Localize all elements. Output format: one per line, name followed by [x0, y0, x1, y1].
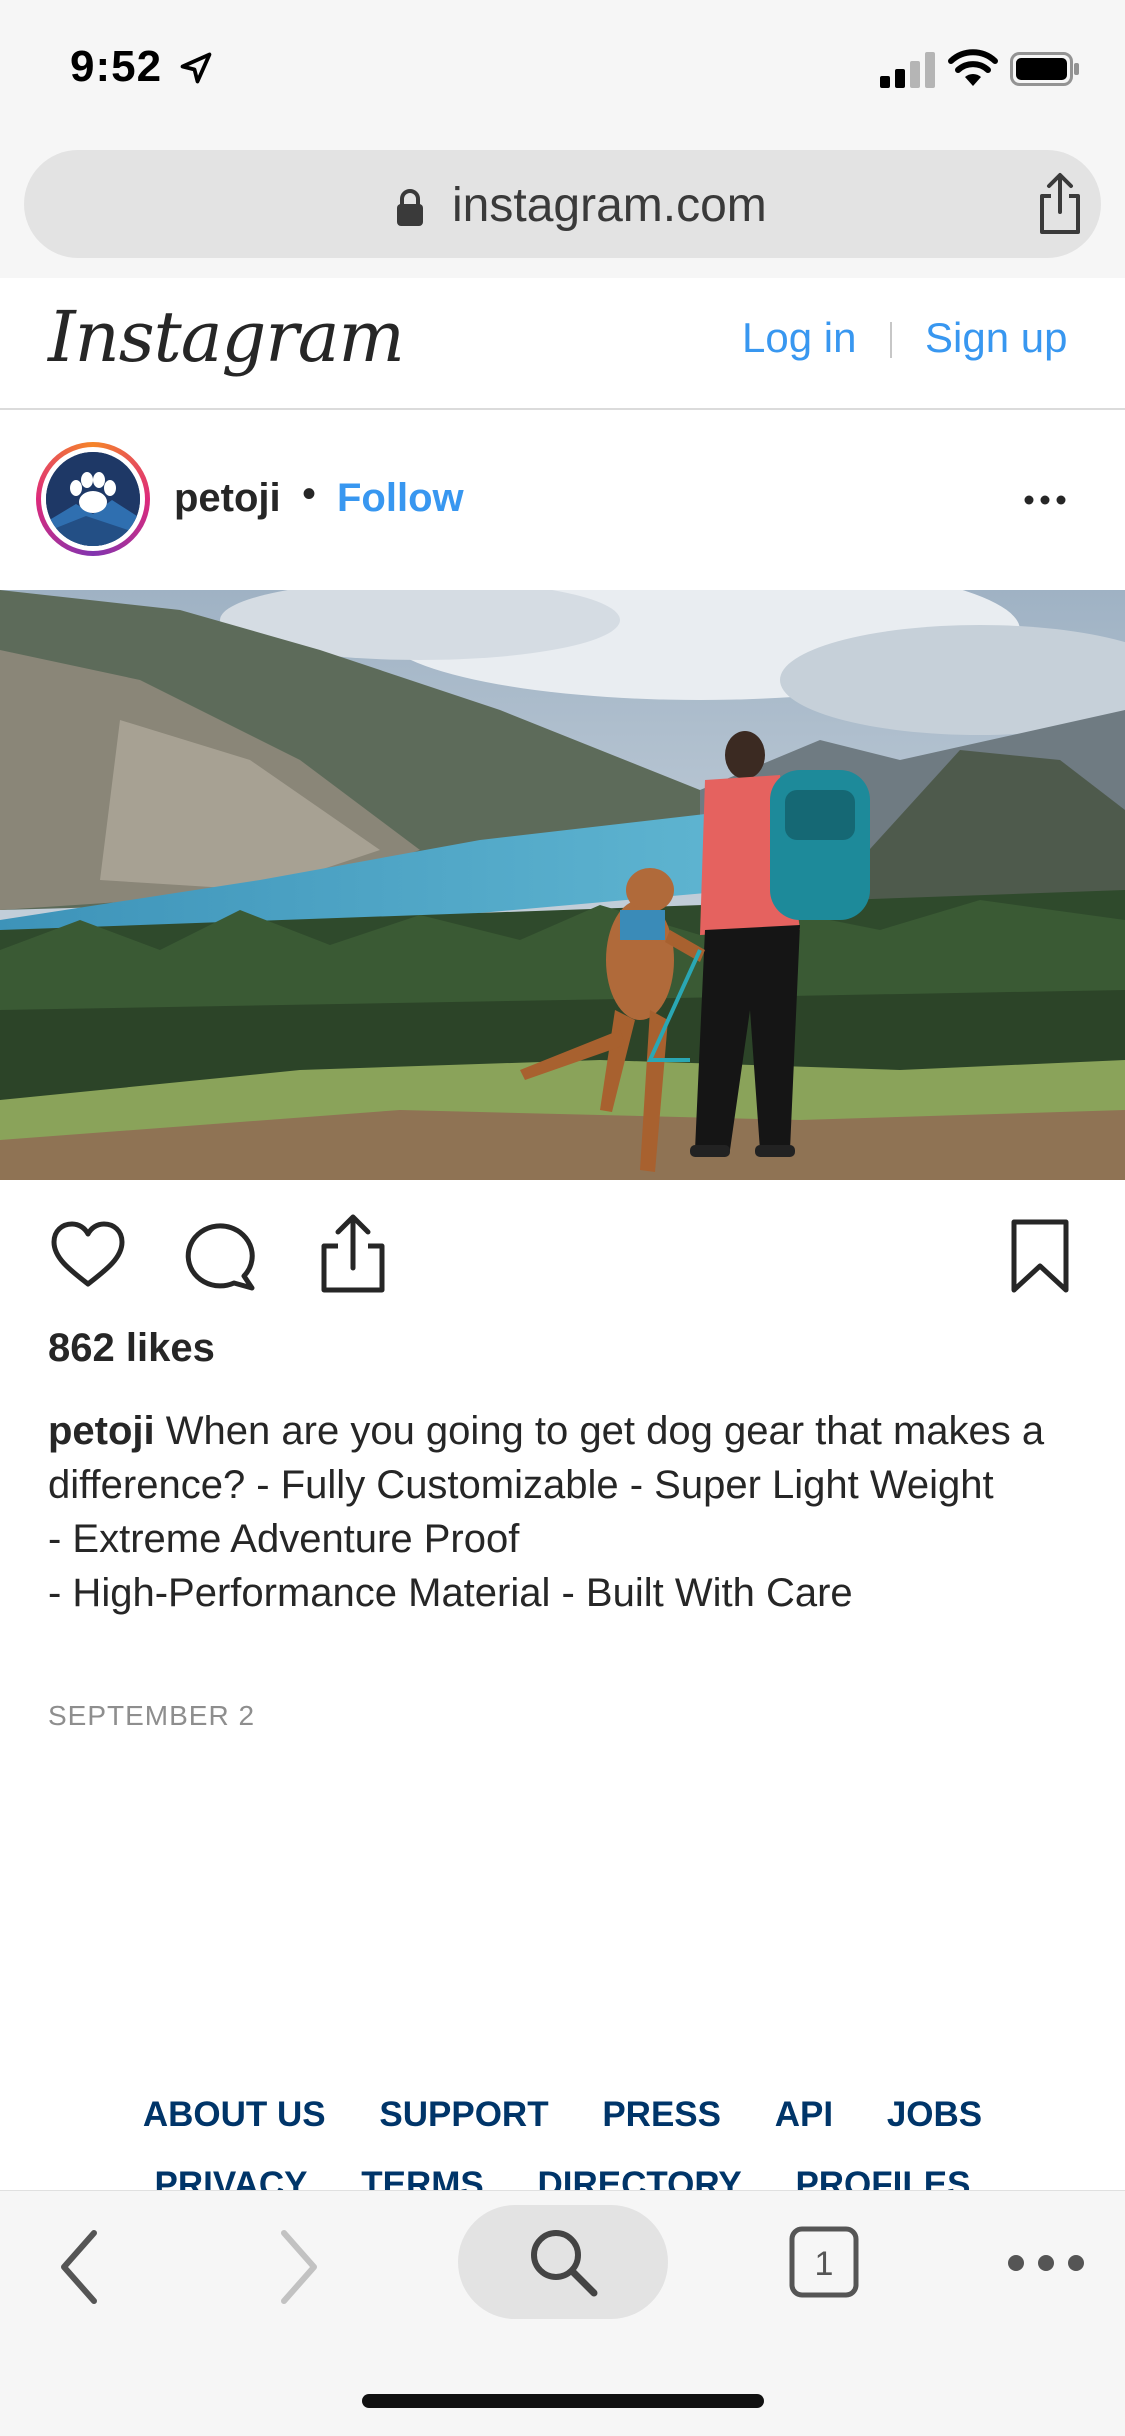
post-actions	[0, 1180, 1125, 1310]
lock-icon	[397, 189, 423, 226]
share-icon[interactable]	[1034, 172, 1086, 236]
like-count[interactable]: 862 likes	[48, 1326, 215, 1371]
photo-hiker-with-dog	[0, 590, 1125, 1180]
footer-link-api[interactable]: API	[775, 2095, 833, 2134]
footer-row-1: ABOUT US SUPPORT PRESS API JOBS	[0, 2095, 1125, 2135]
bookmark-icon[interactable]	[1010, 1218, 1070, 1294]
back-icon[interactable]	[56, 2227, 104, 2307]
petoji-logo-icon	[46, 452, 140, 546]
forward-icon[interactable]	[274, 2227, 322, 2307]
tab-count: 1	[815, 2245, 834, 2283]
more-options-icon[interactable]	[1020, 488, 1070, 512]
instagram-logo[interactable]: Instagram	[48, 296, 405, 378]
post-caption: petoji When are you going to get dog gea…	[48, 1404, 1078, 1620]
caption-text: When are you going to get dog gear that …	[48, 1409, 1045, 1615]
browser-address-area: instagram.com	[0, 140, 1125, 278]
search-icon	[531, 2230, 598, 2297]
login-link[interactable]: Log in	[742, 314, 856, 362]
post-header: petoji • Follow	[0, 410, 1125, 590]
status-bar: 9:52	[0, 0, 1125, 140]
location-arrow-icon	[180, 52, 212, 84]
heart-icon[interactable]	[50, 1220, 126, 1290]
avatar[interactable]	[36, 442, 150, 556]
instagram-header: Instagram Log in Sign up	[0, 278, 1125, 410]
footer-link-support[interactable]: SUPPORT	[379, 2095, 548, 2134]
more-menu-icon[interactable]	[1004, 2249, 1088, 2277]
address-bar[interactable]: instagram.com	[24, 150, 1101, 258]
footer-links: ABOUT US SUPPORT PRESS API JOBS PRIVACY …	[0, 2085, 1125, 2195]
footer-link-jobs[interactable]: JOBS	[887, 2095, 982, 2134]
post-photo[interactable]	[0, 590, 1125, 1180]
share-post-icon[interactable]	[318, 1214, 388, 1294]
tabs-button[interactable]: 1	[788, 2225, 860, 2299]
separator-dot: •	[302, 472, 317, 516]
post-date[interactable]: SEPTEMBER 2	[48, 1700, 255, 1732]
post-username[interactable]: petoji	[174, 476, 281, 521]
signup-link[interactable]: Sign up	[925, 314, 1067, 362]
footer-link-about-us[interactable]: ABOUT US	[143, 2095, 326, 2134]
status-time: 9:52	[70, 42, 163, 91]
home-indicator[interactable]	[362, 2394, 764, 2408]
follow-button[interactable]: Follow	[337, 476, 464, 521]
caption-username[interactable]: petoji	[48, 1409, 155, 1453]
footer-link-press[interactable]: PRESS	[602, 2095, 721, 2134]
comment-icon[interactable]	[184, 1220, 258, 1292]
url-text: instagram.com	[452, 179, 767, 232]
header-divider	[890, 322, 892, 358]
search-button[interactable]	[458, 2205, 668, 2319]
cellular-signal-icon	[880, 52, 935, 88]
tabs-icon: 1	[789, 2226, 859, 2298]
wifi-icon	[948, 49, 998, 86]
battery-icon	[1010, 52, 1079, 86]
